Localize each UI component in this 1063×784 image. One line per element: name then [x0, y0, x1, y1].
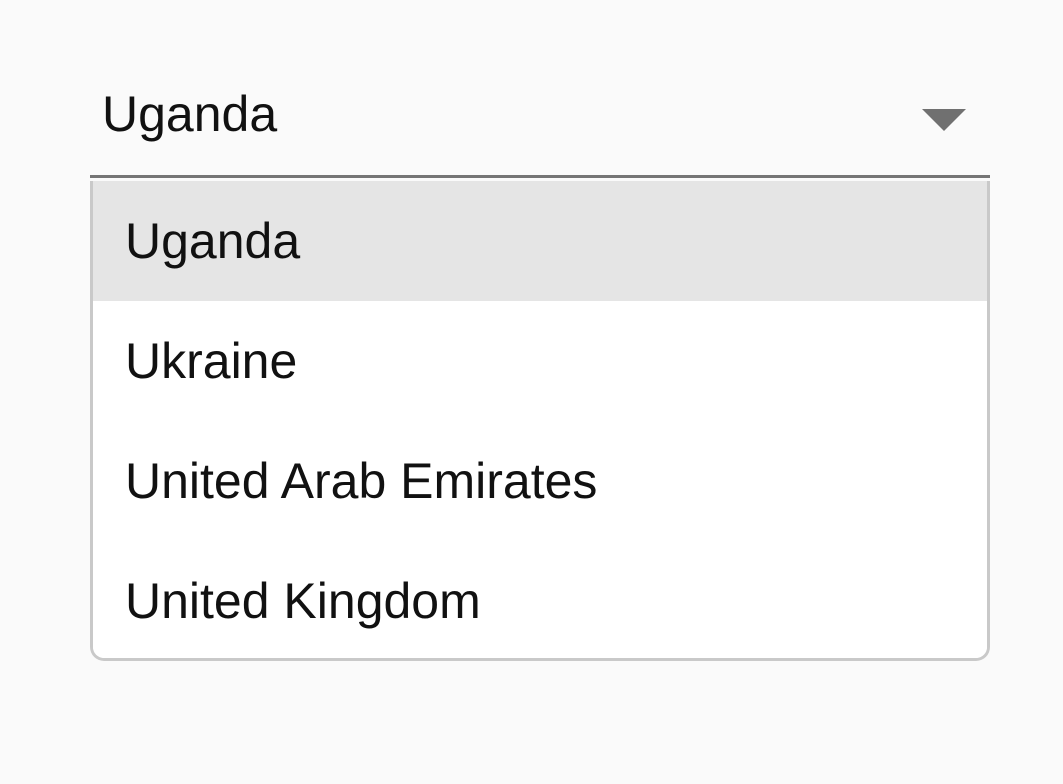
country-select[interactable]: Uganda	[90, 60, 990, 178]
selected-country-value: Uganda	[102, 86, 278, 142]
menu-item-ukraine[interactable]: Ukraine	[93, 301, 987, 421]
screen: Uganda Uganda Ukraine United Arab Emirat…	[0, 0, 1063, 784]
menu-item-united-kingdom[interactable]: United Kingdom	[93, 541, 987, 658]
country-dropdown-menu: Uganda Ukraine United Arab Emirates Unit…	[90, 181, 990, 661]
menu-item-united-arab-emirates[interactable]: United Arab Emirates	[93, 421, 987, 541]
triangle-down-icon[interactable]	[922, 109, 966, 131]
menu-item-uganda[interactable]: Uganda	[93, 181, 987, 301]
